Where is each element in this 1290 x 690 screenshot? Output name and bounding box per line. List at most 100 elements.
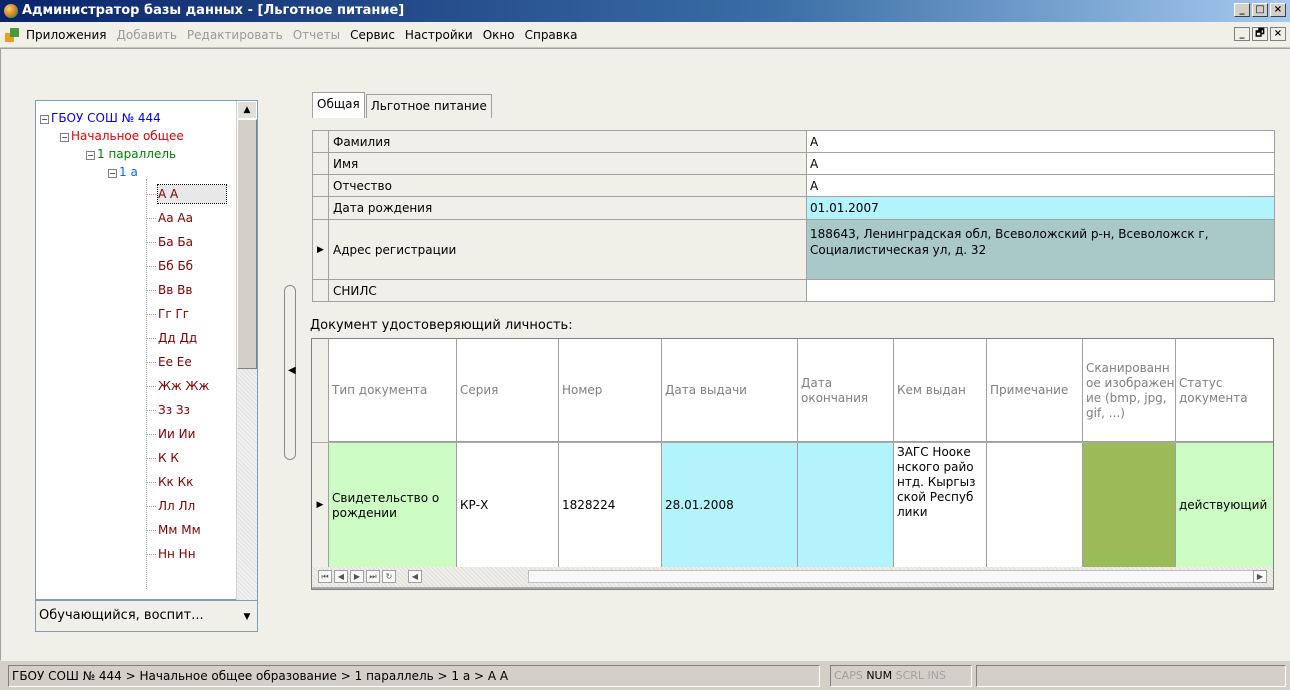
col-doc-type[interactable]: Тип документа <box>329 339 457 442</box>
collapse-icon[interactable]: − <box>60 133 69 142</box>
tree-node-parallel[interactable]: −1 параллель <box>86 145 176 163</box>
table-row[interactable]: ▶ Свидетельство о рождении КР-Х 1828224 … <box>312 443 1273 568</box>
collapse-left-icon[interactable]: ◀ <box>288 365 296 376</box>
collapse-icon[interactable]: − <box>86 151 95 160</box>
tree-node-student[interactable]: Гг Гг <box>158 305 189 323</box>
form-row-patronymic: Отчество А <box>312 174 1275 197</box>
mdi-minimize-button[interactable]: _ <box>1234 27 1250 41</box>
col-expiry-date[interactable]: Дата окончания <box>798 339 894 442</box>
tab-benefit-meals[interactable]: Льготное питание <box>365 94 492 118</box>
first-record-icon[interactable]: ⏮ <box>318 570 332 583</box>
tree-node-school[interactable]: − ГБОУ СОШ № 444 <box>40 109 161 127</box>
col-note[interactable]: Примечание <box>987 339 1083 442</box>
menu-help[interactable]: Справка <box>523 28 580 42</box>
cell-note[interactable] <box>987 443 1083 568</box>
collapse-icon[interactable]: − <box>108 169 117 178</box>
menu-window[interactable]: Окно <box>481 28 517 42</box>
tree-node-student[interactable]: Лл Лл <box>158 497 195 515</box>
tree-node-student[interactable]: Мм Мм <box>158 521 201 539</box>
document-grid[interactable]: Тип документа Серия Номер Дата выдачи Да… <box>311 338 1274 590</box>
tree-node-student[interactable]: Вв Вв <box>158 281 192 299</box>
tree-node-student[interactable]: А А <box>157 184 227 204</box>
address-field[interactable]: 188643, Ленинградская обл, Всеволожский … <box>807 220 1274 279</box>
minimize-button[interactable]: _ <box>1234 3 1250 17</box>
app-icon <box>4 4 18 18</box>
form-row-snils: СНИЛС <box>312 279 1275 302</box>
chevron-down-icon[interactable]: ▼ <box>238 609 256 625</box>
cell-issued-by[interactable]: ЗАГС Ноокенского районтд. Кыргызской Рес… <box>894 443 987 568</box>
last-record-icon[interactable]: ⏭ <box>366 570 380 583</box>
mdi-restore-button[interactable]: 🗗 <box>1252 27 1268 41</box>
tab-strip: Общая Льготное питание <box>312 92 493 118</box>
tree-node-student[interactable]: Ее Ее <box>158 353 192 371</box>
form-label: Отчество <box>329 175 807 196</box>
scroll-right-icon[interactable]: ▶ <box>1253 570 1267 583</box>
cell-number[interactable]: 1828224 <box>559 443 662 568</box>
combo-value: Обучающийся, воспит... <box>39 608 204 623</box>
lastname-field[interactable]: А <box>807 131 1274 152</box>
menu-reports[interactable]: Отчеты <box>291 28 342 42</box>
menu-service[interactable]: Сервис <box>348 28 397 42</box>
collapse-icon[interactable]: − <box>40 115 49 124</box>
title-bar: Администратор базы данных - [Льготное пи… <box>0 0 1290 22</box>
form-row-firstname: Имя А <box>312 152 1275 175</box>
mdi-close-button[interactable]: × <box>1270 27 1286 41</box>
menu-applications[interactable]: Приложения <box>24 28 109 42</box>
document-section-label: Документ удостоверяющий личность: <box>310 318 573 333</box>
firstname-field[interactable]: А <box>807 153 1274 174</box>
birthdate-field[interactable]: 01.01.2007 <box>807 197 1274 219</box>
prev-record-icon[interactable]: ◀ <box>334 570 348 583</box>
col-doc-status[interactable]: Статус документа <box>1176 339 1273 442</box>
col-series[interactable]: Серия <box>457 339 559 442</box>
tree-node-student[interactable]: Жж Жж <box>158 377 209 395</box>
cell-doc-type[interactable]: Свидетельство о рождении <box>329 443 457 568</box>
row-pointer-icon: ▶ <box>313 220 329 279</box>
form-row-address: ▶ Адрес регистрации 188643, Ленинградска… <box>312 219 1275 280</box>
scroll-left-icon[interactable]: ◀ <box>408 570 422 583</box>
tree-scrollbar[interactable]: ▲ <box>236 101 257 601</box>
tree-node-student[interactable]: Ии Ии <box>158 425 195 443</box>
cell-scanned-image[interactable] <box>1083 443 1176 568</box>
tree-node-student[interactable]: Бб Бб <box>158 257 193 275</box>
menu-edit[interactable]: Редактировать <box>185 28 285 42</box>
form-label: Фамилия <box>329 131 807 152</box>
cell-expiry-date[interactable] <box>798 443 894 568</box>
num-indicator: NUM <box>866 669 893 682</box>
tree-node-student[interactable]: Дд Дд <box>158 329 197 347</box>
maximize-button[interactable]: □ <box>1252 3 1268 17</box>
tree-view[interactable]: − ГБОУ СОШ № 444 − Начальное общее −1 пара… <box>36 101 236 601</box>
col-issued-by[interactable]: Кем выдан <box>894 339 987 442</box>
tree-node-student[interactable]: Аа Аа <box>158 209 193 227</box>
cell-doc-status[interactable]: действующий <box>1176 443 1273 568</box>
form-label: Имя <box>329 153 807 174</box>
tree-node-primary[interactable]: − Начальное общее <box>60 127 184 145</box>
col-scanned-image[interactable]: Сканированное изображение (bmp, jpg, gif… <box>1083 339 1176 442</box>
tab-general[interactable]: Общая <box>312 92 365 118</box>
snils-field[interactable] <box>807 280 1274 301</box>
horizontal-scrollbar[interactable] <box>528 570 1264 583</box>
col-number[interactable]: Номер <box>559 339 662 442</box>
form-row-lastname: Фамилия А <box>312 130 1275 153</box>
next-record-icon[interactable]: ▶ <box>350 570 364 583</box>
menu-bar: Приложения Добавить Редактировать Отчеты… <box>0 22 1290 48</box>
tree-node-student[interactable]: Зз Зз <box>158 401 190 419</box>
menu-add[interactable]: Добавить <box>115 28 179 42</box>
close-button[interactable]: × <box>1270 3 1286 17</box>
tree-node-student[interactable]: Ба Ба <box>158 233 193 251</box>
tree-node-class[interactable]: −1 а <box>108 163 138 181</box>
menu-settings[interactable]: Настройки <box>403 28 475 42</box>
cell-series[interactable]: КР-Х <box>457 443 559 568</box>
patronymic-field[interactable]: А <box>807 175 1274 196</box>
cell-issue-date[interactable]: 28.01.2008 <box>662 443 798 568</box>
form-label: Адрес регистрации <box>329 220 807 279</box>
refresh-icon[interactable]: ↻ <box>382 570 396 583</box>
col-issue-date[interactable]: Дата выдачи <box>662 339 798 442</box>
entity-type-combo[interactable]: Обучающийся, воспит... ▼ <box>35 600 258 632</box>
tree-node-student[interactable]: Кк Кк <box>158 473 193 491</box>
form-label: Дата рождения <box>329 197 807 219</box>
tree-node-student[interactable]: Нн Нн <box>158 545 196 563</box>
tree-node-student[interactable]: К К <box>158 449 179 467</box>
key-indicators: CAPS NUM SCRL INS <box>830 665 972 687</box>
scroll-thumb[interactable] <box>237 119 257 369</box>
scroll-up-icon[interactable]: ▲ <box>237 101 257 119</box>
